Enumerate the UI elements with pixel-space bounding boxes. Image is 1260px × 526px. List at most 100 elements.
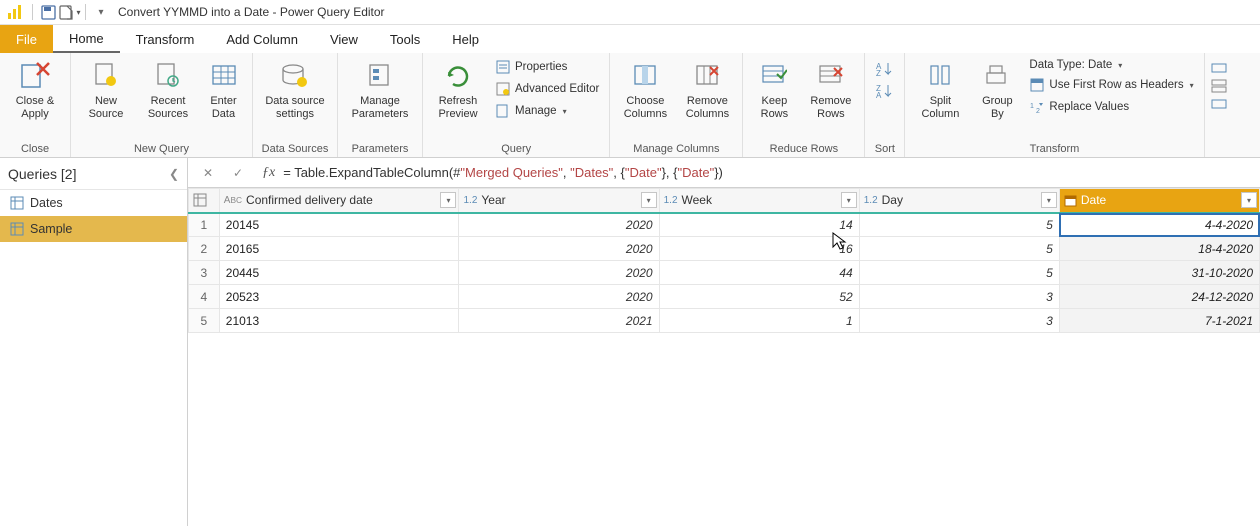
filter-icon[interactable]: ▾ xyxy=(440,192,456,208)
cell[interactable]: 2020 xyxy=(459,213,659,237)
formula-text: = Table.ExpandTableColumn(# xyxy=(283,165,460,180)
filter-icon[interactable]: ▾ xyxy=(641,192,657,208)
row-number[interactable]: 1 xyxy=(189,213,220,237)
cell[interactable]: 4-4-2020 xyxy=(1059,213,1259,237)
tab-transform[interactable]: Transform xyxy=(120,25,211,53)
sort-desc-button[interactable]: ZA xyxy=(876,83,894,99)
cell[interactable]: 3 xyxy=(859,285,1059,309)
table-row[interactable]: 5210132021137-1-2021 xyxy=(189,309,1260,333)
replace-values-button[interactable]: 12 Replace Values xyxy=(1025,97,1197,117)
tab-view[interactable]: View xyxy=(314,25,374,53)
formula-text: "Date" xyxy=(625,165,662,180)
remove-rows-button[interactable]: Remove Rows xyxy=(803,57,858,122)
tab-help[interactable]: Help xyxy=(436,25,495,53)
table-row[interactable]: 12014520201454-4-2020 xyxy=(189,213,1260,237)
choose-columns-icon xyxy=(627,59,663,93)
table-row[interactable]: 220165202016518-4-2020 xyxy=(189,237,1260,261)
new-source-button[interactable]: New Source xyxy=(77,57,135,122)
save-icon[interactable] xyxy=(37,2,59,22)
row-number[interactable]: 3 xyxy=(189,261,220,285)
group-by-button[interactable]: Group By xyxy=(973,57,1021,122)
cell[interactable]: 5 xyxy=(859,213,1059,237)
cell[interactable]: 44 xyxy=(659,261,859,285)
apply-icon[interactable]: ▾ xyxy=(59,2,81,22)
cell[interactable]: 52 xyxy=(659,285,859,309)
cell[interactable]: 24-12-2020 xyxy=(1059,285,1259,309)
tab-home[interactable]: Home xyxy=(53,25,120,53)
accept-formula-icon[interactable]: ✓ xyxy=(224,162,252,184)
remove-columns-icon xyxy=(689,59,725,93)
main-area: Queries [2] ❮ Dates Sample ✕ ✓ ƒx = Tabl… xyxy=(0,158,1260,526)
filter-icon[interactable]: ▾ xyxy=(1041,192,1057,208)
sort-asc-button[interactable]: AZ xyxy=(876,61,894,77)
cell[interactable]: 7-1-2021 xyxy=(1059,309,1259,333)
data-source-settings-button[interactable]: Data source settings xyxy=(259,57,331,122)
append-queries-icon[interactable] xyxy=(1211,79,1229,93)
cell[interactable]: 20145 xyxy=(219,213,459,237)
cell[interactable]: 2020 xyxy=(459,237,659,261)
cell[interactable]: 18-4-2020 xyxy=(1059,237,1259,261)
cell[interactable]: 16 xyxy=(659,237,859,261)
cell[interactable]: 31-10-2020 xyxy=(1059,261,1259,285)
filter-icon[interactable]: ▾ xyxy=(841,192,857,208)
cell[interactable]: 21013 xyxy=(219,309,459,333)
advanced-editor-button[interactable]: Advanced Editor xyxy=(491,79,603,99)
row-number[interactable]: 4 xyxy=(189,285,220,309)
data-grid[interactable]: ABCConfirmed delivery date▾ 1.2Year▾ 1.2… xyxy=(188,188,1260,333)
use-first-row-button[interactable]: Use First Row as Headers▾ xyxy=(1025,75,1197,95)
query-item-sample[interactable]: Sample xyxy=(0,216,187,242)
data-type-button[interactable]: Data Type: Date▾ xyxy=(1025,57,1197,73)
enter-data-button[interactable]: Enter Data xyxy=(201,57,246,122)
recent-sources-button[interactable]: Recent Sources xyxy=(139,57,197,122)
query-item-label: Sample xyxy=(30,222,72,236)
cell[interactable]: 1 xyxy=(659,309,859,333)
cell[interactable]: 2021 xyxy=(459,309,659,333)
properties-button[interactable]: Properties xyxy=(491,57,603,77)
qat-customize-icon[interactable]: ▾ xyxy=(90,2,112,22)
collapse-panel-icon[interactable]: ❮ xyxy=(169,167,179,181)
filter-icon[interactable]: ▾ xyxy=(1241,192,1257,208)
grid-corner[interactable] xyxy=(189,189,220,213)
cell[interactable]: 20165 xyxy=(219,237,459,261)
tab-tools[interactable]: Tools xyxy=(374,25,436,53)
row-number[interactable]: 5 xyxy=(189,309,220,333)
refresh-preview-label: Refresh Preview xyxy=(438,95,477,120)
column-header-confirmed-delivery-date[interactable]: ABCConfirmed delivery date▾ xyxy=(219,189,459,213)
svg-text:1: 1 xyxy=(1030,103,1034,110)
fx-icon[interactable]: ƒx xyxy=(262,165,275,181)
cell[interactable]: 5 xyxy=(859,237,1059,261)
cell[interactable]: 3 xyxy=(859,309,1059,333)
column-header-year[interactable]: 1.2Year▾ xyxy=(459,189,659,213)
manage-parameters-icon xyxy=(362,59,398,93)
row-number[interactable]: 2 xyxy=(189,237,220,261)
keep-rows-button[interactable]: Keep Rows xyxy=(749,57,799,122)
cell[interactable]: 14 xyxy=(659,213,859,237)
refresh-preview-button[interactable]: Refresh Preview xyxy=(429,57,487,122)
formula-input[interactable]: = Table.ExpandTableColumn(#"Merged Queri… xyxy=(283,165,1254,181)
close-apply-button[interactable]: Close & Apply xyxy=(6,57,64,122)
column-header-week[interactable]: 1.2Week▾ xyxy=(659,189,859,213)
choose-columns-button[interactable]: Choose Columns xyxy=(616,57,674,122)
column-label: Date xyxy=(1081,193,1106,207)
group-label-manage-columns: Manage Columns xyxy=(616,141,736,157)
close-apply-label: Close & Apply xyxy=(16,95,55,120)
manage-parameters-button[interactable]: Manage Parameters xyxy=(344,57,416,122)
column-header-day[interactable]: 1.2Day▾ xyxy=(859,189,1059,213)
cell[interactable]: 5 xyxy=(859,261,1059,285)
combine-files-icon[interactable] xyxy=(1211,97,1229,111)
column-header-date[interactable]: Date ▾ xyxy=(1059,189,1259,213)
merge-queries-icon[interactable] xyxy=(1211,61,1229,75)
tab-file[interactable]: File xyxy=(0,25,53,53)
table-row[interactable]: 420523202052324-12-2020 xyxy=(189,285,1260,309)
cell[interactable]: 2020 xyxy=(459,261,659,285)
remove-columns-button[interactable]: Remove Columns xyxy=(678,57,736,122)
table-row[interactable]: 320445202044531-10-2020 xyxy=(189,261,1260,285)
split-column-button[interactable]: Split Column xyxy=(911,57,969,122)
cell[interactable]: 2020 xyxy=(459,285,659,309)
tab-add-column[interactable]: Add Column xyxy=(210,25,314,53)
manage-button[interactable]: Manage▾ xyxy=(491,101,603,121)
cell[interactable]: 20445 xyxy=(219,261,459,285)
cell[interactable]: 20523 xyxy=(219,285,459,309)
cancel-formula-icon[interactable]: ✕ xyxy=(194,162,222,184)
query-item-dates[interactable]: Dates xyxy=(0,190,187,216)
